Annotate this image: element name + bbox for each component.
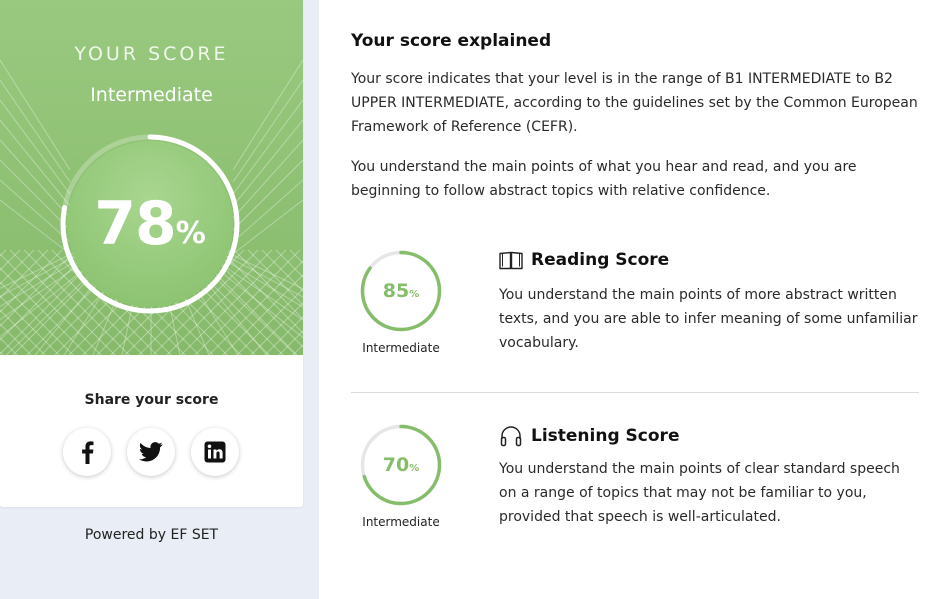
reading-score-title: Reading Score [531,250,670,270]
reading-score-header: Reading Score [499,250,669,270]
listening-level: Intermediate [362,515,440,529]
twitter-share-button[interactable] [127,428,175,476]
reading-level: Intermediate [362,341,440,355]
reading-score-description: You understand the main points of more a… [499,287,918,351]
score-heading: YOUR SCORE [74,43,229,65]
score-card: YOUR SCORE Intermediate 78 % Share your … [0,0,303,507]
reading-score-section: 85 % Intermediate Reading Score You unde… [351,250,919,380]
listening-score-title: Listening Score [531,426,680,446]
reading-score-percent-sign: % [409,288,420,300]
listening-score-header: Listening Score [499,424,679,448]
twitter-icon [139,442,163,462]
listening-score-description: You understand the main points of clear … [499,461,900,525]
reading-score-number: 85 [382,280,410,302]
listening-score-section: 70 % Intermediate Listening Score You un… [351,424,919,554]
listening-score-value: 70 % [360,424,442,506]
share-title: Share your score [84,392,219,408]
reading-score-value: 85 % [360,250,442,332]
linkedin-icon [204,441,226,463]
headphones-icon [500,426,522,447]
facebook-share-button[interactable] [63,428,111,476]
section-divider [351,392,919,393]
score-value: 78 % [58,132,242,316]
book-icon [499,251,523,270]
explanation-title: Your score explained [351,31,552,51]
linkedin-share-button[interactable] [191,428,239,476]
score-explanation-card: Your score explained Your score indicate… [319,0,951,599]
score-level: Intermediate [90,84,213,106]
score-percent-sign: % [175,215,206,251]
explanation-paragraph-cefr: Your score indicates that your level is … [351,71,918,135]
score-hero: YOUR SCORE Intermediate 78 % [0,0,303,355]
facebook-icon [82,441,94,464]
score-number: 78 [94,189,176,259]
powered-by: Powered by EF SET [84,527,219,543]
listening-score-number: 70 [382,454,410,476]
explanation-paragraph-summary: You understand the main points of what y… [351,159,857,199]
listening-score-percent-sign: % [409,462,420,474]
